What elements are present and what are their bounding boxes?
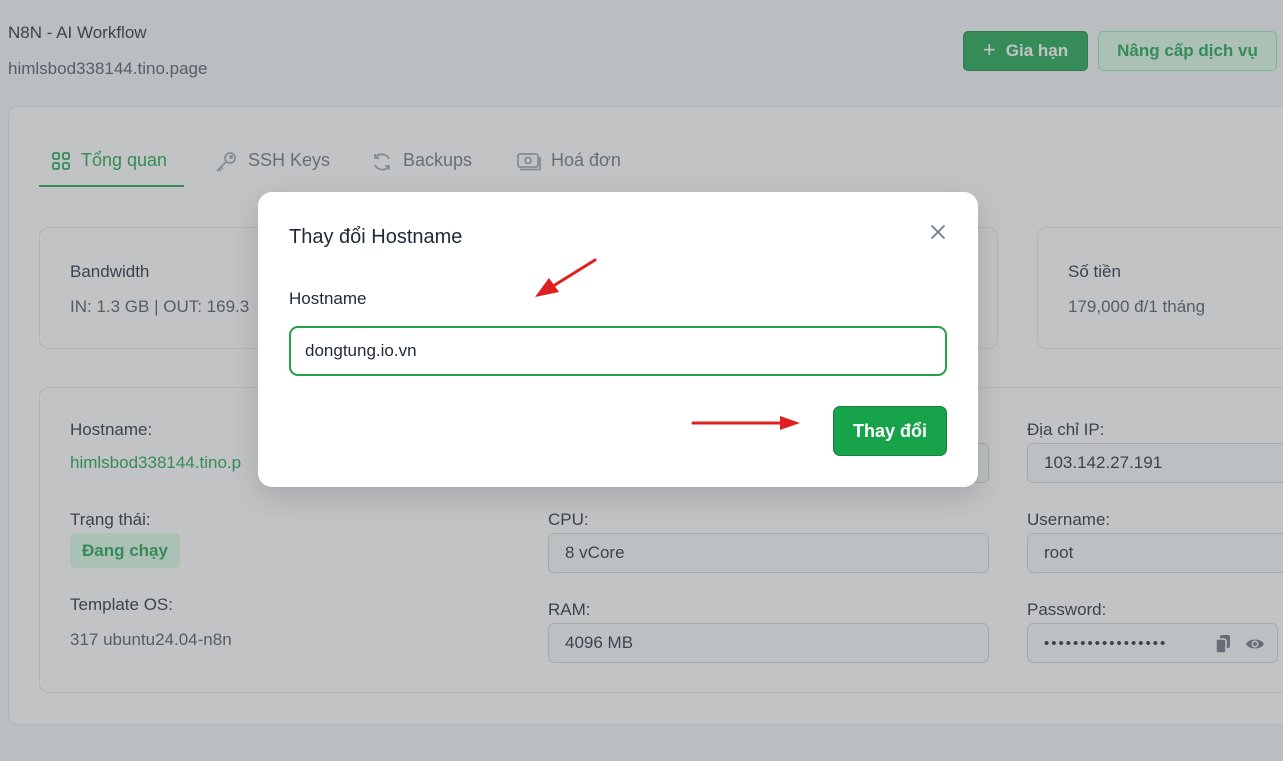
close-icon[interactable] <box>928 222 948 242</box>
hostname-field-label: Hostname <box>289 289 367 308</box>
submit-button[interactable]: Thay đổi <box>833 406 947 456</box>
page: N8N - AI Workflow himlsbod338144.tino.pa… <box>0 0 1283 761</box>
change-hostname-modal: Thay đổi Hostname Hostname Thay đổi <box>258 192 978 487</box>
hostname-input[interactable] <box>289 326 947 376</box>
modal-title: Thay đổi Hostname <box>289 226 463 248</box>
